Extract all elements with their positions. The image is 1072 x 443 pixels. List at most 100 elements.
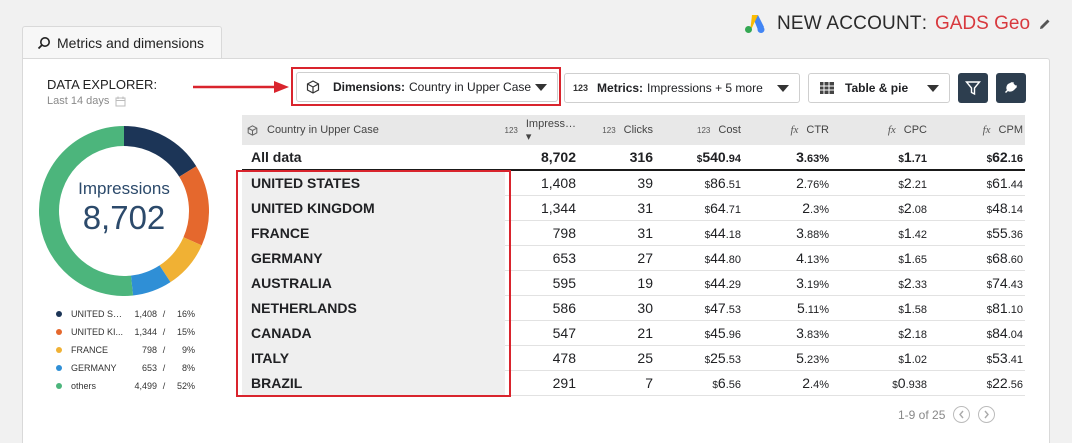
date-range[interactable]: Last 14 days <box>47 95 126 107</box>
row-ctr: 5.23% <box>743 350 831 366</box>
legend-item[interactable]: others 4,499 / 52% <box>56 377 196 395</box>
legend-separator: / <box>162 327 166 337</box>
legend-percent: 8% <box>181 363 195 373</box>
next-page-button[interactable] <box>978 406 996 423</box>
column-header-cost[interactable]: 123 Cost <box>655 115 743 145</box>
metrics-value: Impressions + 5 more <box>647 81 763 95</box>
cost-int: 25 <box>710 350 726 366</box>
ctr-dec: .76% <box>803 179 829 191</box>
calendar-icon[interactable] <box>115 96 126 107</box>
cost-int: 44 <box>710 250 726 266</box>
plug-icon <box>1005 82 1017 93</box>
column-header-clicks[interactable]: 123 Clicks <box>578 115 655 145</box>
cost-int: 64 <box>710 200 726 216</box>
pagination: 1-9 of 25 <box>898 406 996 423</box>
legend-value: 653 <box>141 363 157 373</box>
donut-legend: UNITED ST... 1,408 / 16% UNITED KI... 1,344 / 1… <box>56 305 196 395</box>
row-ctr: 5.11% <box>743 300 831 316</box>
tab-metrics-and-dimensions[interactable]: Metrics and dimensions <box>22 26 222 58</box>
cost-dec: .56 <box>725 379 741 391</box>
row-ctr: 3.63% <box>743 149 831 165</box>
row-cost: $6.56 <box>655 375 743 391</box>
row-ctr: 3.88% <box>743 225 831 241</box>
connect-button[interactable] <box>996 73 1026 103</box>
ctr-dec: .88% <box>803 229 829 241</box>
row-impressions: 8,702 <box>540 149 576 165</box>
cube-icon <box>247 124 258 136</box>
row-clicks: 21 <box>637 325 653 341</box>
ctr-int: 3 <box>796 149 804 165</box>
row-cost: $47.53 <box>655 300 743 316</box>
pencil-icon[interactable] <box>1038 17 1052 31</box>
column-header-ctr[interactable]: fx CTR <box>743 115 831 145</box>
prev-page-button[interactable] <box>953 406 971 423</box>
legend-separator: / <box>162 345 166 355</box>
cost-dec: .51 <box>725 179 741 191</box>
column-header-impressions[interactable]: 123 Impress… ▾ <box>505 115 578 145</box>
account-colon: : <box>921 13 927 34</box>
row-clicks: 39 <box>637 175 653 191</box>
cpm-dec: .16 <box>1007 153 1023 165</box>
cpm-int: 81 <box>992 300 1008 316</box>
column-header-label: Cost <box>718 124 741 136</box>
cpm-int: 55 <box>992 225 1008 241</box>
account-name[interactable]: GADS Geo <box>935 13 1030 35</box>
chevron-right-icon <box>984 410 990 419</box>
row-cpc: $2.18 <box>831 325 929 341</box>
column-header-country[interactable]: Country in Upper Case <box>242 115 505 145</box>
legend-swatch <box>56 311 62 317</box>
column-header-label: CPC <box>903 124 927 136</box>
cpm-dec: .41 <box>1007 354 1023 366</box>
row-ctr: 3.83% <box>743 325 831 341</box>
cpm-int: 53 <box>992 350 1008 366</box>
cpc-int: 0 <box>897 375 906 391</box>
ctr-int: 2 <box>796 175 804 191</box>
donut-segment[interactable] <box>159 236 202 283</box>
view-dropdown[interactable]: Table & pie <box>808 73 950 103</box>
search-icon <box>37 36 50 49</box>
cost-dec: .29 <box>725 279 741 291</box>
legend-percent: 15% <box>176 327 195 337</box>
legend-swatch <box>56 383 62 389</box>
cpc-dec: .65 <box>911 254 927 266</box>
cpc-int: 1 <box>903 250 912 266</box>
ctr-int: 2 <box>802 375 811 391</box>
data-explorer-title: DATA EXPLORER: <box>47 77 158 92</box>
filter-button[interactable] <box>958 73 988 103</box>
cost-int: 44 <box>710 225 726 241</box>
cost-dec: .96 <box>725 329 741 341</box>
row-cpc: $1.42 <box>831 225 929 241</box>
legend-item[interactable]: UNITED ST... 1,408 / 16% <box>56 305 196 323</box>
app-root: NEW ACCOUNT : GADS Geo Metrics and dimen… <box>0 0 1072 443</box>
legend-name: GERMANY <box>71 363 117 373</box>
dimensions-dropdown[interactable]: Dimensions: Country in Upper Case <box>296 72 558 102</box>
row-cpc: $1.02 <box>831 350 929 366</box>
column-header-cpm[interactable]: fx CPM <box>929 115 1025 145</box>
legend-item[interactable]: GERMANY 653 / 8% <box>56 359 196 377</box>
metrics-dropdown[interactable]: 123 Metrics: Impressions + 5 more <box>564 73 800 103</box>
column-header-cpc[interactable]: fx CPC <box>831 115 929 145</box>
numeric-icon: 123 <box>697 125 711 135</box>
row-impressions: 586 <box>552 300 576 316</box>
cpm-int: 22 <box>992 375 1008 391</box>
cost-dec: .53 <box>725 354 741 366</box>
metrics-prefix: Metrics: <box>597 81 644 95</box>
cpc-dec: .42 <box>911 229 927 241</box>
cpm-int: 61 <box>992 175 1008 191</box>
donut-segment[interactable] <box>130 265 171 296</box>
row-cpm: $22.56 <box>929 375 1025 391</box>
donut-segment[interactable] <box>123 126 197 178</box>
legend-item[interactable]: FRANCE 798 / 9% <box>56 341 196 359</box>
legend-value: 1,344 <box>134 327 157 337</box>
chevron-left-icon <box>959 410 964 419</box>
row-cost: $540.94 <box>655 149 743 165</box>
row-cpm: $68.60 <box>929 250 1025 266</box>
cpm-dec: .10 <box>1007 304 1023 316</box>
legend-item[interactable]: UNITED KI... 1,344 / 15% <box>56 323 196 341</box>
cpm-dec: .04 <box>1007 329 1023 341</box>
legend-percent: 9% <box>181 345 195 355</box>
row-cpm: $62.16 <box>929 149 1025 165</box>
ctr-int: 2 <box>802 200 811 216</box>
row-clicks: 31 <box>637 225 653 241</box>
countries-highlight-box <box>236 170 511 397</box>
